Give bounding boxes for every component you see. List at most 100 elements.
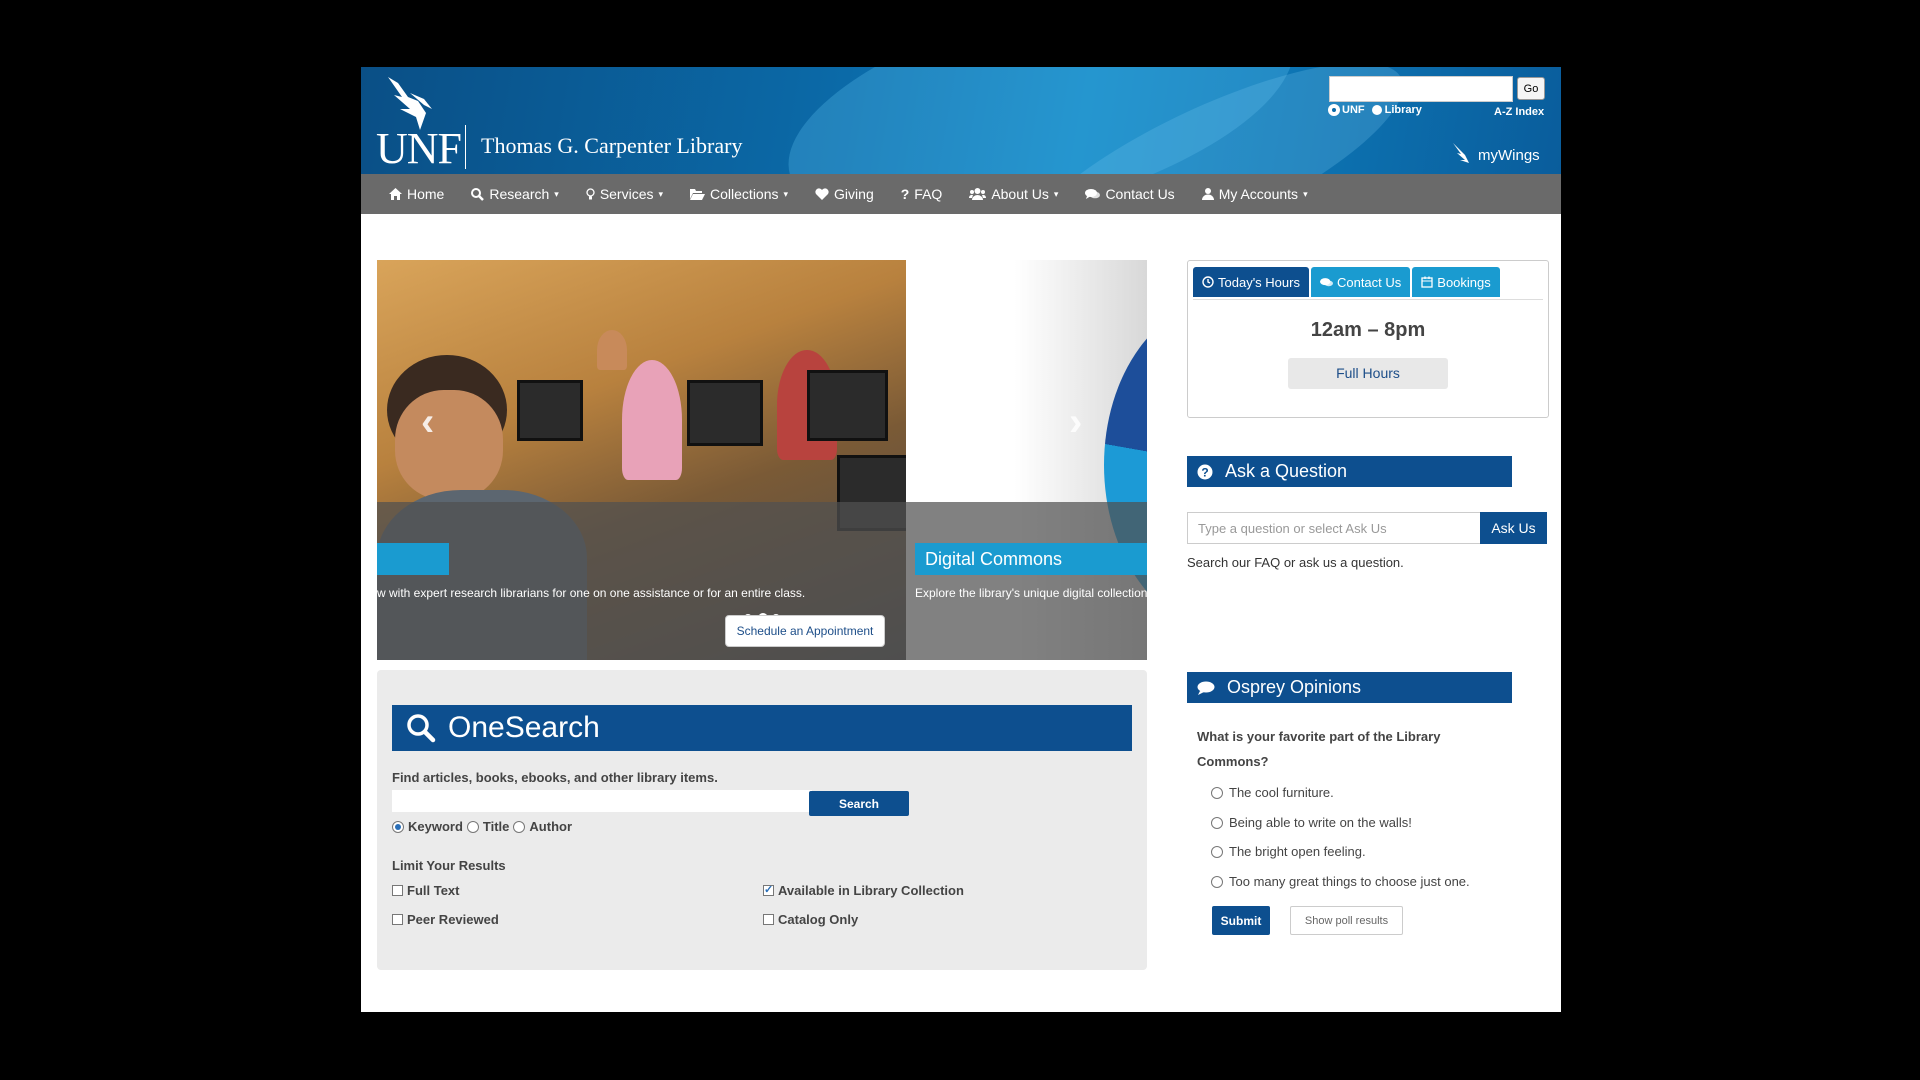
user-icon: [1201, 188, 1214, 200]
clock-icon: [1202, 276, 1214, 288]
comment-icon: [1197, 681, 1215, 695]
nav-about-us[interactable]: About Us ▾: [969, 186, 1058, 202]
nav-faq[interactable]: ? FAQ: [901, 186, 943, 202]
nav-home[interactable]: Home: [389, 186, 444, 202]
nav-contact-us[interactable]: Contact Us: [1085, 186, 1175, 202]
mywings-link[interactable]: myWings: [1451, 142, 1540, 164]
ask-question-title: Ask a Question: [1225, 461, 1348, 481]
onesearch-description: Find articles, books, ebooks, and other …: [392, 770, 718, 785]
peer-reviewed-checkbox[interactable]: [392, 914, 403, 925]
scope-unf-radio[interactable]: [1329, 105, 1339, 115]
limit-catalog-only[interactable]: Catalog Only: [763, 912, 858, 927]
main-nav: Home Research ▾ Services ▾ Collections ▾…: [361, 174, 1561, 214]
scope-library-radio[interactable]: [1371, 105, 1382, 115]
image-carousel[interactable]: Digital Commons w with expert research l…: [377, 260, 1147, 660]
nav-collections[interactable]: Collections ▾: [690, 186, 788, 202]
az-index-link[interactable]: A-Z Index: [1494, 106, 1544, 118]
poll-option[interactable]: The cool furniture.: [1211, 785, 1334, 800]
full-text-checkbox[interactable]: [392, 885, 403, 896]
poll-option[interactable]: The bright open feeling.: [1211, 844, 1366, 859]
ask-help-text: Search our FAQ or ask us a question.: [1187, 555, 1404, 570]
ask-question-header: ? Ask a Question: [1187, 456, 1512, 487]
hours-tabs: Today's Hours Contact Us Bookings: [1193, 267, 1543, 300]
tab-todays-hours[interactable]: Today's Hours: [1193, 267, 1309, 297]
limit-available-in-library[interactable]: ✓ Available in Library Collection: [763, 883, 964, 898]
title-radio[interactable]: [466, 820, 479, 833]
catalog-only-checkbox[interactable]: [763, 914, 774, 925]
go-button[interactable]: Go: [1517, 77, 1545, 100]
lightbulb-icon: [586, 187, 595, 199]
nav-label: FAQ: [914, 186, 943, 202]
poll-option[interactable]: Too many great things to choose just one…: [1211, 874, 1470, 889]
poll-submit-button[interactable]: Submit: [1212, 906, 1270, 935]
todays-hours-value: 12am – 8pm: [1310, 319, 1426, 341]
slide2-caption-title[interactable]: Digital Commons: [915, 543, 1147, 575]
question-circle-icon: ?: [1197, 464, 1213, 479]
search-icon: [471, 187, 485, 201]
poll-question: What is your favorite part of the Librar…: [1197, 729, 1441, 769]
tab-bookings[interactable]: Bookings: [1412, 267, 1500, 297]
keyword-label: Keyword: [408, 819, 463, 834]
nav-label: Home: [407, 186, 445, 202]
limit-results-title: Limit Your Results: [392, 858, 506, 873]
author-radio[interactable]: [513, 820, 526, 833]
nav-giving[interactable]: Giving: [815, 186, 874, 202]
osprey-opinions-title: Osprey Opinions: [1227, 677, 1362, 697]
library-name[interactable]: Thomas G. Carpenter Library: [481, 133, 742, 159]
poll-option-radio[interactable]: [1211, 845, 1223, 858]
nav-label: Services: [599, 186, 654, 202]
nav-label: Giving: [834, 186, 874, 202]
site-header: UNF Thomas G. Carpenter Library Go UNF L…: [361, 67, 1561, 174]
available-checkbox[interactable]: ✓: [763, 885, 774, 896]
onesearch-input[interactable]: [392, 790, 812, 812]
scope-library-label: Library: [1384, 104, 1422, 116]
users-icon: [969, 188, 987, 200]
photo-monitor: [517, 380, 583, 441]
ask-us-button[interactable]: Ask Us: [1480, 512, 1547, 544]
svg-text:?: ?: [1201, 465, 1208, 479]
poll-option-radio[interactable]: [1211, 875, 1223, 888]
poll-option-radio[interactable]: [1211, 786, 1223, 799]
unf-logo-text[interactable]: UNF: [376, 123, 462, 174]
full-hours-button[interactable]: Full Hours: [1288, 358, 1448, 389]
poll-option-label: The bright open feeling.: [1229, 844, 1366, 859]
limit-full-text[interactable]: Full Text: [392, 883, 459, 898]
nav-services[interactable]: Services ▾: [586, 186, 663, 202]
site-search-input[interactable]: [1329, 76, 1513, 102]
tab-contact-us[interactable]: Contact Us: [1310, 267, 1411, 297]
nav-label: Collections: [710, 186, 779, 202]
photo-person: [597, 330, 627, 370]
osprey-logo-icon[interactable]: [380, 75, 440, 130]
nav-my-accounts[interactable]: My Accounts ▾: [1201, 186, 1308, 202]
scope-unf-label: UNF: [1342, 104, 1365, 116]
poll-option-label: Being able to write on the walls!: [1229, 815, 1412, 830]
caret-down-icon: ▾: [1053, 188, 1059, 199]
ask-question-input[interactable]: [1187, 512, 1481, 544]
search-scope: UNF Library: [1329, 104, 1422, 116]
carousel-prev-icon[interactable]: ‹: [421, 400, 434, 445]
poll-option[interactable]: Being able to write on the walls!: [1211, 815, 1412, 830]
keyword-radio[interactable]: [392, 820, 404, 833]
onesearch-search-button[interactable]: Search: [809, 791, 909, 816]
slide1-caption-title: [377, 543, 449, 575]
carousel-next-icon[interactable]: ›: [1069, 400, 1082, 445]
home-icon: [389, 188, 402, 200]
schedule-appointment-button[interactable]: Schedule an Appointment: [725, 615, 885, 647]
tab-label: Today's Hours: [1218, 274, 1300, 290]
search-icon: [407, 714, 436, 743]
poll-option-radio[interactable]: [1211, 816, 1223, 829]
show-poll-results-button[interactable]: Show poll results: [1290, 906, 1403, 935]
limit-peer-reviewed[interactable]: Peer Reviewed: [392, 912, 499, 927]
tab-label: Bookings: [1437, 274, 1491, 290]
author-label: Author: [529, 819, 573, 834]
question-icon: ?: [900, 186, 910, 202]
limit-label: Full Text: [407, 883, 460, 898]
osprey-opinions-header: Osprey Opinions: [1187, 672, 1512, 703]
tab-label: Contact Us: [1336, 274, 1402, 290]
nav-research[interactable]: Research ▾: [471, 186, 559, 202]
slide2-caption-text: Explore the library's unique digital col…: [915, 586, 1147, 600]
poll-option-label: Too many great things to choose just one…: [1229, 874, 1470, 889]
onesearch-header: OneSearch: [392, 705, 1132, 751]
title-label: Title: [482, 819, 510, 834]
photo-monitor: [687, 380, 763, 446]
